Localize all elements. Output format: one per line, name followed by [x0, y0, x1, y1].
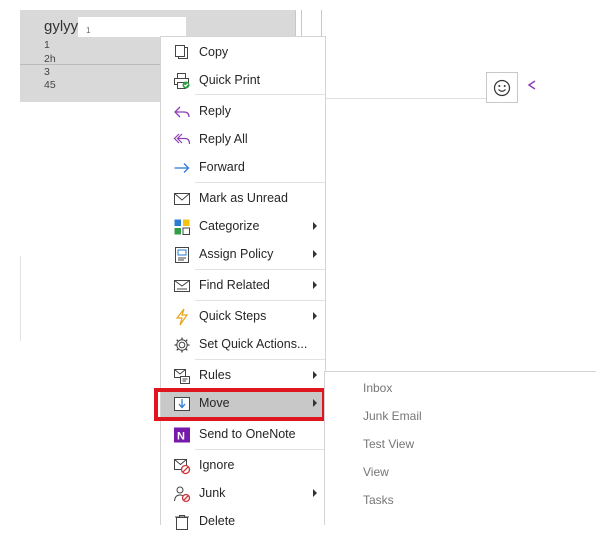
- menu-item-assign-policy[interactable]: Assign Policy: [161, 241, 325, 268]
- menu-item-label: Mark as Unread: [199, 191, 288, 205]
- menu-item-categorize[interactable]: Categorize: [161, 213, 325, 240]
- menu-item-label: Forward: [199, 160, 245, 174]
- menu-item-label: Junk: [199, 486, 226, 500]
- submenu-item-tasks[interactable]: Tasks: [363, 493, 394, 507]
- message-sender: gylyy: [44, 18, 79, 35]
- menu-item-send-to-onenote[interactable]: N Send to OneNote: [161, 421, 325, 448]
- submenu-arrow-icon: [313, 281, 317, 289]
- submenu-arrow-icon: [313, 222, 317, 230]
- svg-text:N: N: [177, 431, 185, 443]
- message-line: 1: [44, 39, 50, 51]
- menu-item-quick-print[interactable]: Quick Print: [161, 67, 325, 94]
- submenu-item-test-view[interactable]: Test View: [363, 437, 414, 451]
- find-related-icon: [173, 277, 191, 295]
- submenu-arrow-icon: [313, 312, 317, 320]
- menu-item-label: Quick Print: [199, 73, 261, 87]
- divider: [20, 256, 21, 341]
- menu-item-copy[interactable]: Copy: [161, 39, 325, 66]
- message-line: 3: [44, 66, 50, 78]
- menu-item-reply-all[interactable]: Reply All: [161, 126, 325, 153]
- onenote-icon: N: [173, 426, 191, 444]
- divider: [301, 10, 302, 36]
- forward-icon: [173, 159, 191, 177]
- move-highlight-annotation: [154, 388, 326, 421]
- menu-item-label: Categorize: [199, 219, 260, 233]
- menu-item-label: Send to OneNote: [199, 427, 296, 441]
- lightning-icon: [173, 308, 191, 326]
- menu-separator: [195, 269, 325, 270]
- menu-separator: [195, 359, 325, 360]
- move-submenu: Inbox Junk Email Test View View Tasks: [324, 371, 596, 525]
- delete-icon: [173, 513, 191, 531]
- submenu-item-view[interactable]: View: [363, 465, 389, 479]
- menu-item-label: Reply All: [199, 132, 248, 146]
- menu-item-mark-as-unread[interactable]: Mark as Unread: [161, 185, 325, 212]
- menu-item-ignore[interactable]: Ignore: [161, 452, 325, 479]
- menu-item-rules[interactable]: Rules: [161, 362, 325, 389]
- submenu-arrow-icon: [313, 489, 317, 497]
- menu-item-reply[interactable]: Reply: [161, 98, 325, 125]
- menu-item-label: Find Related: [199, 278, 270, 292]
- copy-icon: [173, 44, 191, 62]
- menu-separator: [195, 300, 325, 301]
- menu-item-delete[interactable]: Delete: [161, 508, 325, 535]
- menu-separator: [195, 94, 325, 95]
- submenu-arrow-icon: [313, 371, 317, 379]
- submenu-arrow-icon: [313, 250, 317, 258]
- menu-separator: [195, 449, 325, 450]
- menu-item-find-related[interactable]: Find Related: [161, 272, 325, 299]
- menu-item-label: Assign Policy: [199, 247, 274, 261]
- submenu-item-junk-email[interactable]: Junk Email: [363, 409, 422, 423]
- menu-item-junk[interactable]: Junk: [161, 480, 325, 507]
- context-menu: Copy Quick Print Reply Reply All Forward…: [160, 36, 326, 530]
- divider: [321, 10, 322, 36]
- rules-icon: [173, 367, 191, 385]
- menu-item-set-quick-actions[interactable]: Set Quick Actions...: [161, 331, 325, 358]
- smiley-icon[interactable]: [486, 72, 518, 103]
- menu-item-label: Rules: [199, 368, 231, 382]
- divider: [295, 10, 296, 36]
- menu-separator: [195, 182, 325, 183]
- quick-print-icon: [173, 72, 191, 90]
- gear-icon: [173, 336, 191, 354]
- reply-arrow-icon[interactable]: [526, 78, 538, 95]
- reply-all-icon: [173, 131, 191, 149]
- divider: [326, 98, 486, 99]
- reading-pane-actions: [486, 72, 542, 103]
- message-line: 45: [44, 79, 56, 91]
- menu-item-label: Set Quick Actions...: [199, 337, 308, 351]
- menu-item-label: Quick Steps: [199, 309, 267, 323]
- sender-suffix: 1: [86, 26, 91, 35]
- submenu-item-inbox[interactable]: Inbox: [363, 381, 392, 395]
- ignore-icon: [173, 457, 191, 475]
- menu-item-label: Copy: [199, 45, 229, 59]
- menu-item-label: Reply: [199, 104, 231, 118]
- junk-icon: [173, 485, 191, 503]
- menu-item-forward[interactable]: Forward: [161, 154, 325, 181]
- reply-icon: [173, 103, 191, 121]
- menu-item-label: Delete: [199, 514, 236, 528]
- menu-item-label: Ignore: [199, 458, 235, 472]
- categorize-icon: [173, 218, 191, 236]
- assign-policy-icon: [173, 246, 191, 264]
- divider: [20, 64, 160, 65]
- menu-item-quick-steps[interactable]: Quick Steps: [161, 303, 325, 330]
- envelope-icon: [173, 190, 191, 208]
- redacted-region: [78, 17, 186, 37]
